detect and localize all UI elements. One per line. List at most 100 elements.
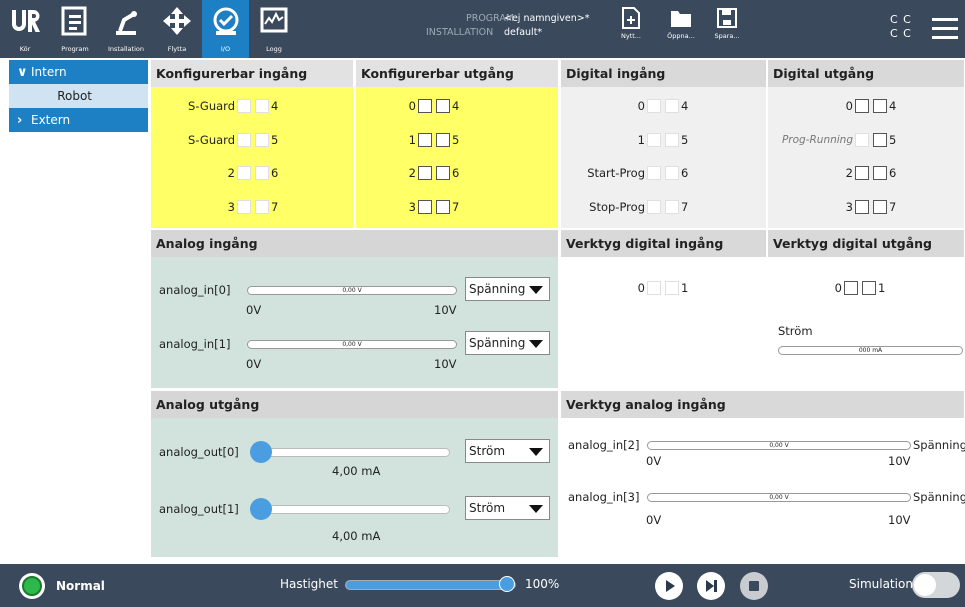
analog-out-1-slider-knob[interactable] — [250, 498, 272, 520]
analog-output-panel: Analog utgång analog_out[0] 4,00 mA Strö… — [151, 391, 558, 557]
io-label: 4 — [681, 98, 689, 113]
checkbox[interactable] — [237, 199, 251, 214]
speed-slider-knob[interactable] — [499, 576, 515, 592]
checkbox[interactable] — [418, 165, 432, 180]
io-label: 5 — [271, 132, 279, 147]
checkbox — [647, 132, 661, 147]
tool-analog-in-3-mode[interactable]: Spänning — [913, 490, 965, 504]
checkbox[interactable] — [418, 199, 432, 214]
analog-out-0-value: 4,00 mA — [332, 464, 381, 478]
speed-slider[interactable] — [345, 580, 516, 590]
checkbox — [855, 132, 869, 147]
checkbox[interactable] — [855, 199, 869, 214]
move-arrows-icon — [163, 7, 191, 35]
checkbox[interactable] — [862, 280, 876, 295]
checkbox[interactable] — [237, 132, 251, 147]
new-file-icon — [622, 7, 640, 29]
checkbox[interactable] — [255, 199, 269, 214]
analog-in-1-min: 0V — [246, 357, 262, 371]
save-button[interactable]: Spara... — [710, 6, 744, 40]
panel-title: Digital utgång — [768, 60, 964, 87]
checkbox[interactable] — [418, 132, 432, 147]
io-label: 1 — [637, 132, 645, 147]
checkbox — [665, 132, 679, 147]
analog-in-0-mode-select[interactable]: Spänning — [465, 277, 550, 301]
checkbox[interactable] — [237, 165, 251, 180]
speed-label: Hastighet — [280, 577, 338, 591]
checkbox[interactable] — [844, 280, 858, 295]
nav-run[interactable]: Kör — [0, 0, 50, 58]
io-label: 3 — [845, 199, 853, 214]
installation-value: default* — [504, 27, 543, 38]
io-label: 6 — [889, 165, 897, 180]
checkbox[interactable] — [855, 165, 869, 180]
checkbox[interactable] — [436, 98, 450, 113]
simulation-toggle[interactable] — [912, 572, 960, 598]
new-button[interactable]: Nytt... — [614, 6, 648, 40]
io-label: 6 — [452, 165, 460, 180]
nav-move[interactable]: Flytta — [152, 0, 202, 58]
tool-digital-output-panel: Verktyg digital utgång 0 1 Ström 000 mA — [768, 230, 964, 388]
panel-title: Verktyg digital ingång — [561, 230, 766, 257]
checkbox[interactable] — [873, 199, 887, 214]
io-label: Stop-Prog — [589, 199, 645, 214]
io-label: 2 — [845, 165, 853, 180]
checkbox[interactable] — [873, 98, 887, 113]
open-button[interactable]: Öppna... — [664, 6, 698, 40]
analog-out-0-slider-knob[interactable] — [250, 441, 272, 463]
analog-out-1-slider[interactable] — [256, 505, 450, 514]
checkbox[interactable] — [255, 165, 269, 180]
checkbox[interactable] — [436, 199, 450, 214]
play-button[interactable] — [655, 572, 683, 600]
analog-out-0-mode-select[interactable]: Ström — [465, 439, 550, 463]
stop-button[interactable] — [740, 572, 768, 600]
panel-title: Digital ingång — [561, 60, 766, 87]
program-icon — [61, 6, 87, 36]
io-label: 7 — [452, 199, 460, 214]
tool-analog-in-2-mode[interactable]: Spänning — [913, 438, 965, 452]
sidebar-item-intern[interactable]: ∨ Intern — [9, 60, 148, 84]
tool-analog-in-2-label: analog_in[2] — [568, 438, 640, 452]
nav-program[interactable]: Program — [50, 0, 100, 58]
checkbox — [665, 98, 679, 113]
checkbox[interactable] — [855, 98, 869, 113]
io-label: Start-Prog — [587, 165, 645, 180]
io-label: 3 — [227, 199, 235, 214]
step-button[interactable] — [697, 572, 725, 600]
nav-io-label: I/O — [220, 45, 231, 53]
analog-in-1-mode-select[interactable]: Spänning — [465, 331, 550, 355]
checkbox[interactable] — [873, 165, 887, 180]
digital-output-panel: Digital utgång 0 4 Prog-Running 5 2 6 3 7 — [768, 60, 964, 228]
checkbox[interactable] — [873, 132, 887, 147]
nav-program-label: Program — [61, 45, 89, 53]
sidebar-item-robot[interactable]: Robot — [9, 84, 148, 108]
nav-io[interactable]: I/O — [202, 0, 249, 58]
checkbox[interactable] — [237, 98, 251, 113]
checkbox[interactable] — [436, 132, 450, 147]
robot-arm-icon — [116, 11, 137, 35]
analog-out-0-slider[interactable] — [256, 448, 450, 457]
hamburger-menu-icon[interactable] — [932, 16, 958, 40]
checkbox[interactable] — [436, 165, 450, 180]
sidebar-item-extern[interactable]: › Extern — [9, 108, 148, 132]
checkbox[interactable] — [418, 98, 432, 113]
nav-log[interactable]: Logg — [249, 0, 299, 58]
status-indicator[interactable] — [19, 573, 45, 599]
checkbox[interactable] — [255, 132, 269, 147]
configurable-input-panel: Konfigurerbar ingång S-Guard 4 S-Guard 5 2… — [151, 60, 353, 228]
io-label: 2 — [227, 165, 235, 180]
nav-installation[interactable]: Installation — [100, 0, 152, 58]
tool-analog-in-2-bar: 0,00 V — [647, 441, 911, 450]
nav-log-label: Logg — [266, 45, 282, 53]
play-icon — [666, 580, 675, 592]
analog-out-1-mode-select[interactable]: Ström — [465, 496, 550, 520]
analog-in-0-max: 10V — [434, 303, 457, 317]
io-label: S-Guard — [188, 132, 235, 147]
analog-out-1-label: analog_out[1] — [159, 502, 239, 516]
io-label: 0 — [845, 98, 853, 113]
io-label: 5 — [681, 132, 689, 147]
panel-title: Verktyg digital utgång — [768, 230, 964, 257]
sidebar: ∨ Intern Robot › Extern — [9, 60, 148, 557]
checkbox[interactable] — [255, 98, 269, 113]
io-label: 6 — [681, 165, 689, 180]
